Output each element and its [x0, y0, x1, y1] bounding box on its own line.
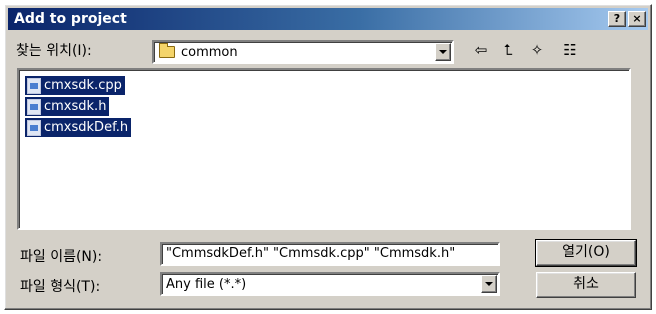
chevron-down-icon[interactable]: [481, 275, 497, 293]
file-name-input[interactable]: "CmmsdkDef.h" "Cmmsdk.cpp" "Cmmsdk.h": [160, 242, 500, 266]
look-in-value: common: [181, 44, 238, 60]
cancel-button[interactable]: 취소: [536, 272, 636, 298]
back-icon[interactable]: ⇦: [470, 40, 492, 60]
open-button[interactable]: 열기(O): [535, 239, 637, 267]
list-item[interactable]: cmxsdkDef.h: [25, 118, 132, 137]
list-item[interactable]: cmxsdk.h: [25, 97, 110, 116]
look-in-label: 찾는 위치(I):: [16, 43, 92, 59]
close-button[interactable]: ×: [628, 11, 646, 27]
file-type-select[interactable]: Any file (*.*): [160, 272, 500, 296]
header-file-icon: [27, 119, 41, 136]
file-name: cmxsdk.cpp: [44, 78, 122, 93]
file-name-label: 파일 이름(N):: [20, 249, 103, 265]
file-name: cmxsdk.h: [44, 99, 107, 114]
cpp-file-icon: [27, 77, 41, 94]
file-name: cmxsdkDef.h: [44, 120, 129, 135]
file-type-value: Any file (*.*): [166, 276, 247, 292]
header-file-icon: [27, 98, 41, 115]
look-in-select[interactable]: common: [152, 40, 454, 64]
help-button[interactable]: ?: [608, 11, 626, 27]
chevron-down-icon[interactable]: [435, 43, 451, 61]
file-type-label: 파일 형식(T):: [20, 279, 101, 295]
file-list[interactable]: cmxsdk.cpp cmxsdk.h cmxsdkDef.h: [17, 68, 631, 230]
window-title: Add to project: [14, 11, 127, 27]
view-menu-icon[interactable]: ☷: [556, 40, 584, 60]
folder-icon: [159, 43, 175, 58]
new-folder-icon[interactable]: ✧: [526, 40, 548, 60]
title-bar[interactable]: Add to project ? ×: [8, 8, 648, 30]
up-folder-icon[interactable]: ⮤: [497, 40, 519, 60]
list-item[interactable]: cmxsdk.cpp: [25, 76, 125, 95]
